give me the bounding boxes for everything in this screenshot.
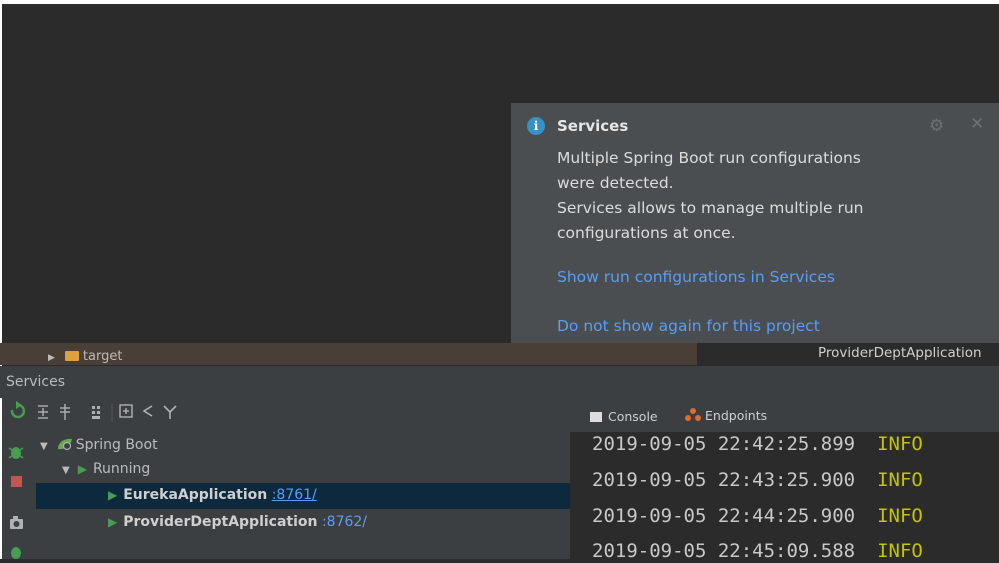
tab-console[interactable]: Console: [590, 409, 658, 424]
console-line: 2019-09-05 22:44:25.900 INFO: [592, 505, 923, 527]
share-icon[interactable]: [142, 405, 153, 417]
camera-icon[interactable]: [10, 516, 23, 529]
tab-console-label: Console: [608, 409, 658, 424]
gear-icon[interactable]: ⚙: [929, 116, 944, 136]
group-by-icon[interactable]: [92, 406, 100, 419]
log-level: INFO: [877, 505, 923, 527]
spring-boot-label: Spring Boot: [75, 437, 158, 453]
running-label: Running: [92, 461, 151, 477]
port-link[interactable]: :8762/: [322, 514, 367, 530]
notification-body-line: Multiple Spring Boot run configurations: [557, 149, 861, 167]
tab-endpoints[interactable]: Endpoints: [684, 408, 767, 423]
endpoints-icon: [685, 408, 701, 421]
window-top-border: [0, 0, 999, 4]
notification-body-line: configurations at once.: [557, 224, 736, 242]
side-toolbar-icons: [8, 401, 26, 559]
log-timestamp: 2019-09-05 22:43:25.900: [592, 469, 856, 491]
notification-body-line: were detected.: [557, 174, 674, 192]
tree-node-spring-boot[interactable]: ▼ Spring Boot: [40, 437, 158, 453]
service-name: ProviderDeptApplication: [123, 514, 318, 530]
services-tree-toolbar: [30, 398, 570, 428]
log-level: INFO: [877, 433, 923, 455]
tab-endpoints-label: Endpoints: [705, 408, 768, 423]
expand-all-icon[interactable]: [38, 405, 48, 419]
project-tree-item-target[interactable]: ▶ target: [48, 349, 122, 365]
expand-arrow-icon[interactable]: ▼: [62, 465, 70, 476]
rerun-icon[interactable]: [10, 401, 26, 419]
run-icon: ▶: [77, 462, 87, 476]
tree-node-eureka-application[interactable]: ▶ EurekaApplication :8761/: [108, 487, 317, 503]
run-icon: ▶: [108, 488, 118, 502]
console-tab-bar: Console Endpoints: [570, 398, 999, 432]
info-icon: i: [527, 117, 545, 135]
services-tool-window-header: [0, 366, 999, 398]
port-link[interactable]: :8761/: [272, 487, 317, 503]
debug-icon[interactable]: [8, 447, 24, 459]
log-timestamp: 2019-09-05 22:44:25.900: [592, 505, 856, 527]
services-side-toolbar: [2, 398, 30, 559]
expand-arrow-icon[interactable]: ▶: [48, 353, 55, 363]
editor-tab-provider[interactable]: ProviderDeptApplication: [818, 345, 982, 361]
console-line: 2019-09-05 22:42:25.899 INFO: [592, 433, 923, 455]
run-icon: ▶: [108, 515, 118, 529]
spring-boot-icon: [57, 438, 72, 451]
notification-title: Services: [557, 117, 629, 135]
add-service-icon[interactable]: [119, 404, 133, 418]
close-icon[interactable]: ✕: [970, 114, 984, 134]
show-in-services-link[interactable]: Show run configurations in Services: [557, 268, 835, 286]
tree-node-running[interactable]: ▼ ▶ Running: [62, 461, 150, 477]
console-line: 2019-09-05 22:43:25.900 INFO: [592, 469, 923, 491]
tree-node-provider-dept-application[interactable]: ▶ ProviderDeptApplication :8762/: [108, 514, 367, 530]
folder-label: target: [82, 349, 123, 364]
filter-icon[interactable]: [163, 405, 177, 419]
tree-toolbar-icons: [38, 404, 177, 422]
console-icon: [590, 412, 602, 422]
notification-body-line: Services allows to manage multiple run: [557, 199, 864, 217]
services-title: Services: [6, 374, 66, 390]
log-timestamp: 2019-09-05 22:42:25.899: [592, 433, 856, 455]
expand-arrow-icon[interactable]: ▼: [40, 441, 48, 452]
stop-icon[interactable]: [11, 476, 22, 487]
service-name: EurekaApplication: [123, 487, 268, 503]
collapse-all-icon[interactable]: [60, 404, 70, 420]
notification-body: Multiple Spring Boot run configurations …: [557, 146, 917, 246]
folder-icon: [64, 351, 79, 361]
do-not-show-again-link[interactable]: Do not show again for this project: [557, 317, 820, 335]
bug-icon[interactable]: [11, 547, 21, 559]
log-level: INFO: [877, 469, 923, 491]
